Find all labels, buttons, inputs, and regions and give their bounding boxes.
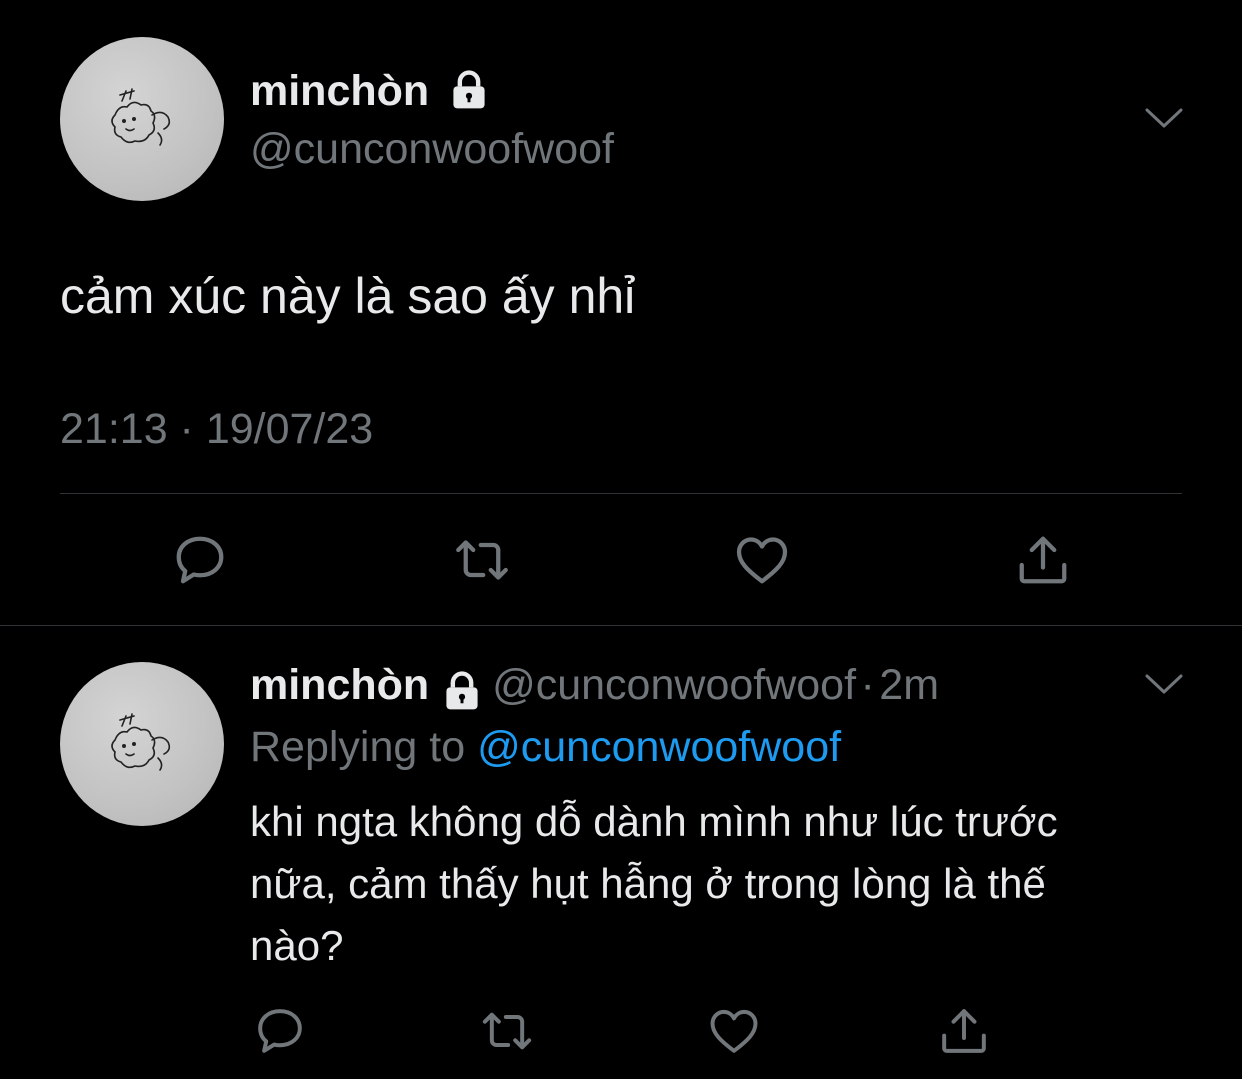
retweet-button[interactable] bbox=[479, 1003, 535, 1059]
reply-separator: · bbox=[860, 661, 875, 709]
reply-author-name[interactable]: minchòn bbox=[250, 661, 429, 709]
tweet-text: cảm xúc này là sao ấy nhỉ bbox=[60, 268, 636, 324]
reply-button[interactable] bbox=[170, 530, 230, 590]
replying-to-mention[interactable]: @cunconwoofwoof bbox=[477, 723, 841, 771]
like-icon bbox=[736, 537, 788, 584]
retweet-icon bbox=[456, 540, 508, 580]
like-button[interactable] bbox=[706, 1003, 762, 1059]
lock-icon bbox=[446, 671, 478, 710]
like-button[interactable] bbox=[732, 530, 792, 590]
share-icon bbox=[942, 1009, 986, 1053]
replying-to: Replying to @cunconwoofwoof bbox=[250, 726, 841, 769]
share-icon bbox=[1019, 536, 1067, 584]
retweet-icon bbox=[482, 1012, 532, 1050]
author-name[interactable]: minchòn bbox=[250, 70, 491, 113]
reply-time[interactable]: 2m bbox=[879, 661, 939, 709]
retweet-button[interactable] bbox=[452, 530, 512, 590]
reply-text-line: nào? bbox=[250, 922, 344, 969]
chevron-down-icon[interactable] bbox=[1144, 672, 1184, 696]
like-icon bbox=[710, 1009, 758, 1053]
share-button[interactable] bbox=[936, 1003, 992, 1059]
reply-header: minchòn @cunconwoofwoof · 2m bbox=[250, 664, 939, 713]
reply-text-line: khi ngta không dỗ dành mình như lúc trướ… bbox=[250, 798, 1058, 845]
avatar[interactable] bbox=[60, 37, 224, 201]
replying-to-label: Replying to bbox=[250, 723, 466, 771]
divider bbox=[0, 625, 1242, 626]
author-name-text[interactable]: minchòn bbox=[250, 67, 429, 115]
author-handle[interactable]: @cunconwoofwoof bbox=[250, 128, 614, 171]
reply-icon bbox=[258, 1009, 302, 1053]
lock-icon bbox=[453, 70, 485, 108]
reply-text: khi ngta không dỗ dành mình như lúc trướ… bbox=[250, 791, 1058, 977]
avatar-doodle-icon bbox=[111, 713, 171, 771]
chevron-down-icon[interactable] bbox=[1144, 106, 1184, 130]
avatar-doodle-icon bbox=[111, 88, 171, 146]
reply-text-line: nữa, cảm thấy hụt hẫng ở trong lòng là t… bbox=[250, 860, 1046, 907]
tweet-timestamp[interactable]: 21:13 · 19/07/23 bbox=[60, 408, 373, 451]
divider bbox=[60, 493, 1182, 494]
reply-icon bbox=[176, 536, 224, 584]
reply-author-handle[interactable]: @cunconwoofwoof bbox=[492, 661, 856, 709]
reply-button[interactable] bbox=[252, 1003, 308, 1059]
share-button[interactable] bbox=[1013, 530, 1073, 590]
reply-avatar[interactable] bbox=[60, 662, 224, 826]
